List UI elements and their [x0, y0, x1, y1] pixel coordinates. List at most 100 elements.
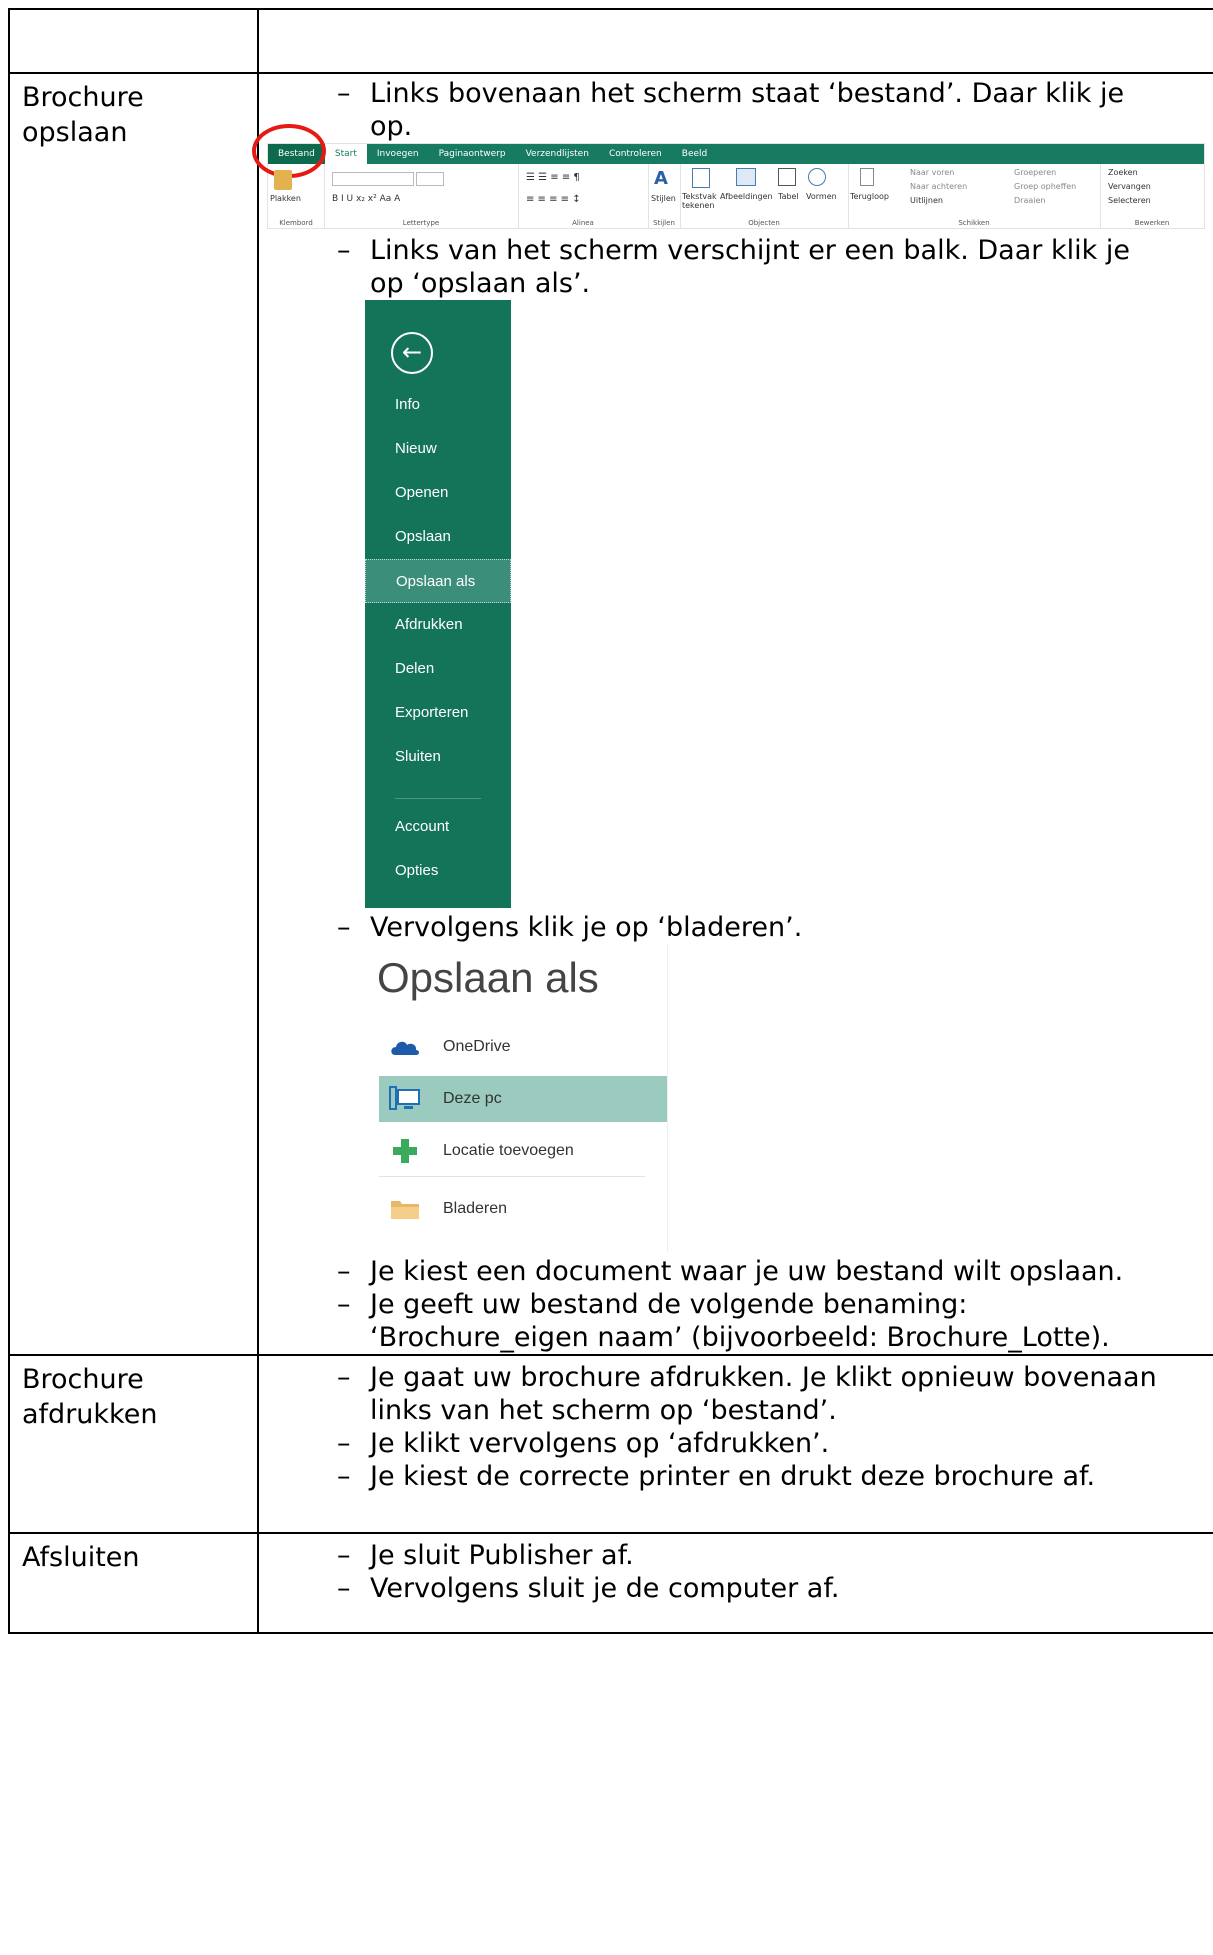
location-onedrive[interactable]: OneDrive	[379, 1024, 667, 1070]
row-label: Brochure afdrukken	[22, 1364, 158, 1430]
location-bladeren[interactable]: Bladeren	[379, 1186, 667, 1232]
textbox-icon	[692, 168, 710, 188]
group-name: Alinea	[572, 219, 594, 227]
bullet-dash: –	[337, 1289, 351, 1320]
tab-start[interactable]: Start	[324, 144, 367, 164]
table-row-afsluiten: Afsluiten – Je sluit Publisher af. – Ver…	[8, 1532, 1213, 1634]
ribbon-group-objecten: Tekstvak tekenen Afbeeldingen Tabel Vorm…	[680, 164, 849, 228]
bullet-text: Links van het scherm verschijnt er een b…	[370, 235, 1130, 299]
cloud-icon	[389, 1033, 421, 1061]
ribbon-screenshot: Bestand Start Invoegen Paginaontwerp Ver…	[252, 124, 1205, 229]
bullet: – Links van het scherm verschijnt er een…	[337, 234, 1213, 300]
menu-item-opslaan-als[interactable]: Opslaan als	[365, 559, 511, 603]
bullet: – Je gaat uw brochure afdrukken. Je klik…	[337, 1361, 1213, 1427]
afbeeldingen-button[interactable]: Afbeeldingen	[720, 192, 773, 201]
group-name: Schikken	[958, 219, 990, 227]
groep-opheffen-button[interactable]: Groep opheffen	[1014, 182, 1076, 191]
bullet-dash: –	[337, 1461, 351, 1492]
row-content-cell: – Je gaat uw brochure afdrukken. Je klik…	[257, 1354, 1213, 1534]
row-content-cell: – Je sluit Publisher af. – Vervolgens sl…	[257, 1532, 1213, 1634]
terugloop-button[interactable]: Terugloop	[850, 192, 889, 201]
location-toevoegen[interactable]: Locatie toevoegen	[379, 1128, 667, 1174]
align-icons: ≡ ≡ ≡ ≡ ↕	[526, 194, 581, 205]
plakken-button[interactable]: Plakken	[270, 194, 301, 203]
font-size-box[interactable]	[416, 172, 444, 186]
uitlijnen-button[interactable]: Uitlijnen	[910, 196, 943, 205]
bullet: – Vervolgens klik je op ‘bladeren’.	[337, 911, 1213, 944]
styles-icon: A	[654, 168, 668, 189]
tab-verzendlijsten[interactable]: Verzendlijsten	[516, 144, 599, 164]
bullet-text: Je geeft uw bestand de volgende benaming…	[370, 1289, 1110, 1353]
bullet-text: Je gaat uw brochure afdrukken. Je klikt …	[370, 1362, 1157, 1426]
bullet: – Links bovenaan het scherm staat ‘besta…	[337, 77, 1213, 143]
row-label-cell: Brochure opslaan	[8, 72, 259, 1356]
menu-item-opties[interactable]: Opties	[365, 849, 511, 893]
menu-item-exporteren[interactable]: Exporteren	[365, 691, 511, 735]
ribbon-tabs: Bestand Start Invoegen Paginaontwerp Ver…	[268, 144, 1204, 164]
vervangen-button[interactable]: Vervangen	[1108, 182, 1151, 191]
list-icons: ☰ ☰ ≡ ≡ ¶	[526, 172, 580, 183]
ribbon-group-schikken: Terugloop Naar voren Naar achteren Uitli…	[848, 164, 1101, 228]
menu-item-afdrukken[interactable]: Afdrukken	[365, 603, 511, 647]
menu-item-openen[interactable]: Openen	[365, 471, 511, 515]
tab-controleren[interactable]: Controleren	[599, 144, 672, 164]
ribbon-group-stijlen: A Stijlen Stijlen	[648, 164, 681, 228]
location-label: OneDrive	[443, 1038, 511, 1055]
stijlen-button[interactable]: Stijlen	[651, 194, 676, 203]
row-label-cell: Afsluiten	[8, 1532, 259, 1634]
selecteren-button[interactable]: Selecteren	[1108, 196, 1151, 205]
menu-item-sluiten[interactable]: Sluiten	[365, 735, 511, 779]
menu-divider	[395, 798, 481, 799]
backstage-menu: ← Info Nieuw Openen Opslaan Opslaan als …	[365, 300, 511, 908]
font-name-box[interactable]	[332, 172, 414, 186]
bullet-text: Je sluit Publisher af.	[370, 1540, 634, 1571]
groeperen-button[interactable]: Groeperen	[1014, 168, 1056, 177]
instruction-table: Brochure opslaan – Links bovenaan het sc…	[8, 8, 1213, 1634]
draaien-button[interactable]: Draaien	[1014, 196, 1045, 205]
bullet-text: Vervolgens klik je op ‘bladeren’.	[370, 912, 803, 943]
zoeken-button[interactable]: Zoeken	[1108, 168, 1138, 177]
tab-invoegen[interactable]: Invoegen	[367, 144, 429, 164]
location-label: Bladeren	[443, 1200, 508, 1217]
bullet-dash: –	[337, 1362, 351, 1393]
bullet: – Je klikt vervolgens op ‘afdrukken’.	[337, 1427, 1213, 1460]
bullet: – Vervolgens sluit je de computer af.	[337, 1572, 1213, 1605]
ribbon-group-bewerken: Zoeken Vervangen Selecteren Bewerken	[1100, 164, 1204, 228]
tabel-button[interactable]: Tabel	[778, 192, 799, 201]
tekstvak-button[interactable]: Tekstvak tekenen	[682, 192, 722, 210]
bullet: – Je kiest de correcte printer en drukt …	[337, 1460, 1213, 1493]
computer-icon	[389, 1085, 421, 1113]
naar-voren-button[interactable]: Naar voren	[910, 168, 954, 177]
tab-paginaontwerp[interactable]: Paginaontwerp	[429, 144, 516, 164]
bullet-dash: –	[337, 1256, 351, 1287]
bullet-dash: –	[337, 235, 351, 266]
menu-item-nieuw[interactable]: Nieuw	[365, 427, 511, 471]
row-label: Brochure opslaan	[22, 82, 144, 148]
bullet-text: Vervolgens sluit je de computer af.	[370, 1573, 840, 1604]
row-label-cell: Brochure afdrukken	[8, 1354, 259, 1534]
menu-item-info[interactable]: Info	[365, 383, 511, 427]
group-name: Stijlen	[653, 219, 675, 227]
naar-achteren-button[interactable]: Naar achteren	[910, 182, 967, 191]
bullet: – Je kiest een document waar je uw besta…	[337, 1255, 1213, 1288]
ribbon-group-alinea: ☰ ☰ ≡ ≡ ¶ ≡ ≡ ≡ ≡ ↕ Alinea	[518, 164, 649, 228]
group-name: Bewerken	[1134, 219, 1170, 227]
bullet: – Je geeft uw bestand de volgende benami…	[337, 1288, 1213, 1354]
back-arrow-icon[interactable]: ←	[391, 332, 433, 374]
bullet-text: Links bovenaan het scherm staat ‘bestand…	[370, 78, 1125, 142]
ribbon-group-lettertype: B I U x₂ x² Aa A Lettertype	[324, 164, 519, 228]
row-content-cell: – Links bovenaan het scherm staat ‘besta…	[252, 72, 1213, 1356]
menu-item-opslaan[interactable]: Opslaan	[365, 515, 511, 559]
folder-icon	[389, 1195, 421, 1223]
menu-item-account[interactable]: Account	[365, 805, 511, 849]
bullet-text: Je kiest een document waar je uw bestand…	[370, 1256, 1124, 1287]
location-deze-pc[interactable]: Deze pc	[379, 1076, 667, 1122]
table-row-empty	[8, 8, 1213, 74]
bullet: – Je sluit Publisher af.	[337, 1539, 1213, 1572]
bullet-dash: –	[337, 78, 351, 109]
table-row-opslaan: Brochure opslaan – Links bovenaan het sc…	[8, 72, 1213, 1356]
group-name: Objecten	[748, 219, 780, 227]
tab-beeld[interactable]: Beeld	[672, 144, 717, 164]
vormen-button[interactable]: Vormen	[806, 192, 837, 201]
menu-item-delen[interactable]: Delen	[365, 647, 511, 691]
